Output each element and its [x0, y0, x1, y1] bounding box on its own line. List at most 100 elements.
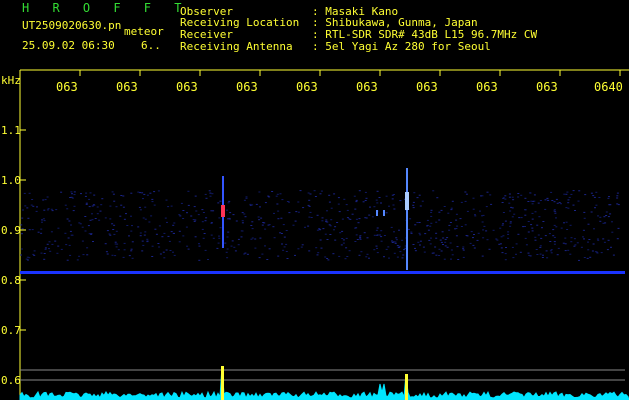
- noise-pixel: [448, 229, 451, 231]
- noise-pixel: [186, 212, 188, 214]
- noise-pixel: [430, 211, 433, 213]
- noise-pixel: [158, 225, 161, 227]
- noise-pixel: [301, 244, 304, 246]
- noise-pixel: [410, 232, 413, 234]
- noise-pixel: [163, 257, 166, 259]
- noise-pixel: [202, 212, 205, 213]
- noise-pixel: [375, 199, 378, 201]
- noise-pixel: [385, 248, 388, 250]
- noise-pixel: [550, 191, 553, 193]
- noise-pixel: [268, 224, 271, 226]
- noise-pixel: [560, 203, 562, 205]
- noise-pixel: [430, 237, 432, 239]
- noise-pixel: [341, 218, 344, 220]
- noise-pixel: [531, 212, 534, 214]
- noise-pixel: [456, 246, 459, 248]
- noise-pixel: [552, 235, 555, 237]
- noise-pixel: [431, 252, 434, 254]
- noise-pixel: [447, 212, 450, 214]
- noise-pixel: [583, 238, 585, 240]
- noise-pixel: [556, 202, 559, 204]
- noise-pixel: [226, 209, 228, 211]
- noise-pixel: [421, 200, 424, 202]
- noise-pixel: [507, 233, 510, 235]
- noise-pixel: [232, 214, 235, 216]
- noise-pixel: [25, 258, 28, 260]
- noise-pixel: [319, 229, 322, 231]
- noise-pixel: [587, 223, 590, 225]
- noise-pixel: [524, 197, 527, 199]
- noise-pixel: [607, 216, 610, 218]
- noise-pixel: [68, 244, 71, 246]
- noise-pixel: [393, 208, 396, 210]
- noise-pixel: [263, 222, 266, 224]
- noise-pixel: [91, 213, 93, 215]
- noise-pixel: [157, 243, 160, 244]
- noise-pixel: [485, 230, 488, 232]
- noise-pixel: [355, 201, 358, 203]
- noise-pixel: [501, 224, 504, 226]
- noise-pixel: [450, 249, 453, 251]
- noise-pixel: [419, 234, 422, 236]
- noise-pixel: [130, 230, 133, 232]
- noise-pixel: [205, 217, 208, 219]
- noise-pixel: [595, 204, 598, 206]
- noise-pixel: [574, 210, 576, 211]
- noise-pixel: [288, 212, 291, 214]
- noise-pixel: [226, 236, 229, 238]
- noise-pixel: [542, 221, 545, 222]
- noise-pixel: [209, 195, 212, 197]
- noise-pixel: [473, 247, 476, 249]
- noise-pixel: [545, 250, 548, 252]
- noise-pixel: [54, 240, 57, 242]
- noise-pixel: [520, 217, 523, 219]
- noise-pixel: [117, 249, 120, 251]
- noise-pixel: [267, 195, 270, 197]
- noise-pixel: [286, 258, 289, 259]
- noise-pixel: [217, 242, 220, 244]
- noise-pixel: [81, 226, 84, 228]
- noise-pixel: [534, 211, 537, 213]
- noise-pixel: [436, 197, 439, 199]
- noise-pixel: [245, 197, 248, 199]
- noise-pixel: [273, 212, 275, 214]
- noise-pixel: [146, 194, 149, 196]
- noise-pixel: [211, 193, 214, 195]
- noise-pixel: [607, 239, 610, 241]
- noise-pixel: [429, 225, 432, 227]
- noise-pixel: [364, 217, 367, 219]
- noise-pixel: [319, 239, 322, 241]
- noise-pixel: [376, 227, 379, 229]
- noise-pixel: [261, 253, 264, 255]
- noise-pixel: [141, 192, 144, 194]
- noise-pixel: [430, 215, 433, 217]
- noise-pixel: [282, 224, 285, 226]
- noise-pixel: [416, 197, 419, 199]
- noise-pixel: [85, 202, 88, 204]
- x-tick-label: 063: [356, 80, 378, 94]
- noise-pixel: [26, 207, 29, 209]
- noise-pixel: [55, 209, 58, 211]
- noise-pixel: [338, 255, 341, 257]
- noise-pixel: [28, 257, 31, 259]
- noise-pixel: [414, 250, 417, 252]
- noise-pixel: [343, 198, 346, 200]
- noise-pixel: [24, 205, 27, 207]
- noise-pixel: [605, 215, 608, 216]
- noise-pixel: [141, 240, 144, 242]
- noise-pixel: [520, 194, 523, 196]
- noise-pixel: [131, 257, 134, 259]
- noise-pixel: [173, 254, 176, 256]
- noise-pixel: [462, 246, 465, 248]
- noise-pixel: [599, 220, 602, 222]
- noise-pixel: [375, 229, 378, 231]
- noise-pixel: [217, 202, 220, 204]
- trace-peak: [221, 366, 224, 400]
- noise-pixel: [435, 221, 438, 223]
- noise-pixel: [283, 236, 286, 238]
- noise-pixel: [612, 254, 615, 256]
- noise-pixel: [379, 234, 381, 236]
- noise-pixel: [48, 248, 50, 250]
- noise-pixel: [584, 194, 587, 196]
- noise-pixel: [144, 218, 147, 220]
